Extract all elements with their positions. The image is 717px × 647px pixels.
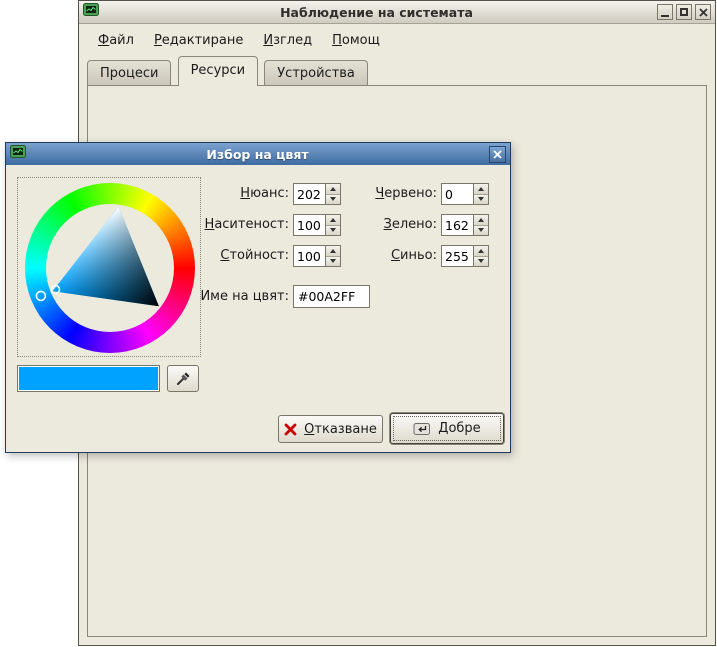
window-title: Наблюдение на системата <box>99 5 654 20</box>
ok-enter-icon <box>413 422 431 436</box>
color-wheel[interactable] <box>17 177 201 357</box>
close-icon <box>493 150 502 159</box>
spin-up-icon <box>478 187 484 191</box>
menu-view[interactable]: Изглед <box>254 29 321 52</box>
value-spinbox <box>293 245 341 267</box>
value-spin-down[interactable] <box>326 257 340 267</box>
spin-up-icon <box>330 218 336 222</box>
maximize-button[interactable] <box>676 4 692 20</box>
red-spinbox <box>441 183 489 205</box>
value-label: Стойност: <box>220 248 289 263</box>
blue-spin-down[interactable] <box>474 257 488 267</box>
spin-down-icon <box>478 259 484 263</box>
app-icon <box>10 144 26 164</box>
menu-file[interactable]: Файл <box>89 29 143 52</box>
hue-input[interactable] <box>294 184 325 204</box>
eyedropper-icon <box>175 371 191 387</box>
saturation-input[interactable] <box>294 215 325 235</box>
spin-up-icon <box>330 249 336 253</box>
app-icon <box>83 2 99 22</box>
red-spin-down[interactable] <box>474 195 488 205</box>
hue-spin-up[interactable] <box>326 184 340 195</box>
menu-help[interactable]: Помощ <box>323 29 389 52</box>
saturation-spin-up[interactable] <box>326 215 340 226</box>
blue-label: Синьо: <box>391 248 437 263</box>
saturation-value-triangle[interactable] <box>25 183 195 353</box>
menubar: Файл Редактиране Изглед Помощ <box>81 27 713 53</box>
value-input[interactable] <box>294 246 325 266</box>
red-spin-up[interactable] <box>474 184 488 195</box>
window-controls <box>654 4 711 20</box>
blue-input[interactable] <box>442 246 473 266</box>
cancel-button[interactable]: Отказване <box>278 415 383 443</box>
tab-bar: Процеси Ресурси Устройства <box>87 56 370 86</box>
tab-resources[interactable]: Ресурси <box>178 56 259 86</box>
color-preview <box>17 365 160 392</box>
spin-down-icon <box>330 259 336 263</box>
blue-spinbox <box>441 245 489 267</box>
hue-marker <box>36 291 45 300</box>
maximize-icon <box>680 8 688 16</box>
color-name-label: Име на цвят: <box>200 289 289 304</box>
dialog-close-button[interactable] <box>489 146 506 163</box>
spin-down-icon <box>478 197 484 201</box>
green-spin-up[interactable] <box>474 215 488 226</box>
dialog-title: Избор на цвят <box>26 147 489 162</box>
saturation-spinbox <box>293 214 341 236</box>
blue-spin-up[interactable] <box>474 246 488 257</box>
saturation-label: Наситеност: <box>205 217 289 232</box>
eyedropper-button[interactable] <box>167 365 199 392</box>
minimize-icon <box>661 15 669 17</box>
menu-edit[interactable]: Редактиране <box>145 29 252 52</box>
cancel-icon <box>284 423 297 436</box>
titlebar: Наблюдение на системата <box>79 1 715 24</box>
spin-up-icon <box>478 249 484 253</box>
dialog-titlebar: Избор на цвят <box>6 143 510 165</box>
green-input[interactable] <box>442 215 473 235</box>
tab-processes[interactable]: Процеси <box>87 60 171 85</box>
green-spinbox <box>441 214 489 236</box>
hue-spin-down[interactable] <box>326 195 340 205</box>
spin-down-icon <box>330 228 336 232</box>
ok-button[interactable]: Добре <box>390 413 504 444</box>
hue-label: Нюанс: <box>240 186 289 201</box>
color-name-input[interactable] <box>293 285 370 308</box>
red-input[interactable] <box>442 184 473 204</box>
close-button[interactable] <box>695 4 711 20</box>
close-icon <box>699 8 708 17</box>
color-picker-dialog: Избор на цвят <box>5 142 511 453</box>
value-spin-up[interactable] <box>326 246 340 257</box>
green-spin-down[interactable] <box>474 226 488 236</box>
minimize-button[interactable] <box>657 4 673 20</box>
tab-devices[interactable]: Устройства <box>264 60 368 85</box>
green-label: Зелено: <box>384 217 437 232</box>
spin-up-icon <box>330 187 336 191</box>
spin-down-icon <box>478 228 484 232</box>
red-label: Червено: <box>375 186 437 201</box>
saturation-spin-down[interactable] <box>326 226 340 236</box>
spin-down-icon <box>330 197 336 201</box>
color-preview-fill <box>19 367 158 390</box>
hue-spinbox <box>293 183 341 205</box>
spin-up-icon <box>478 218 484 222</box>
